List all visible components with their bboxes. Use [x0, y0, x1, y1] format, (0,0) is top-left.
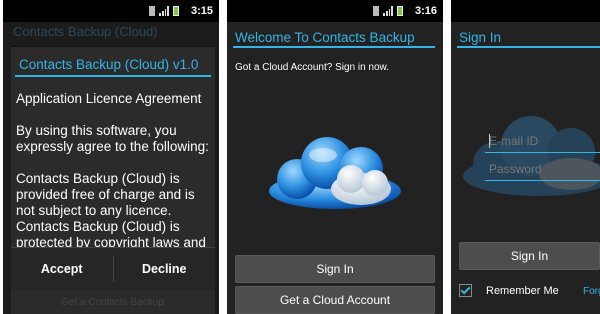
signal-icon: [159, 6, 169, 16]
get-cloud-account-button[interactable]: Get a Cloud Account: [235, 286, 435, 314]
background-app-title: Contacts Backup (Cloud): [13, 24, 158, 39]
password-placeholder: Password: [489, 162, 542, 176]
remember-me-checkbox[interactable]: [459, 284, 472, 297]
battery-icon: [173, 6, 179, 16]
cloud-logo-icon: [269, 137, 401, 209]
sim-icon: [149, 6, 155, 16]
status-bar: 3:16: [227, 0, 443, 22]
status-icons: [149, 6, 179, 16]
sign-in-button[interactable]: Sign In: [235, 255, 435, 283]
cloud-background-icon: [463, 116, 600, 196]
signal-icon: [383, 6, 393, 16]
decline-button[interactable]: Decline: [114, 248, 216, 290]
welcome-subtitle: Got a Cloud Account? Sign in now.: [235, 62, 389, 73]
screen-license-dialog: 3:15 Contacts Backup (Cloud) Contacts Ba…: [3, 0, 219, 314]
license-heading: Application Licence Agreement: [16, 91, 202, 106]
title-divider: [457, 46, 600, 48]
screen-welcome: 3:16 Welcome To Contacts Backup Got a Cl…: [227, 0, 443, 314]
dialog-button-bar: Accept Decline: [11, 247, 215, 290]
title-divider: [233, 46, 435, 48]
sim-icon: [373, 6, 379, 16]
status-time: 3:15: [190, 5, 213, 17]
status-icons: [373, 6, 403, 16]
screen-sign-in: Sign In E-mail ID Password Sign In Remem…: [451, 0, 600, 314]
forgot-link[interactable]: Forgot: [583, 286, 600, 297]
status-time: 3:16: [414, 5, 437, 17]
page-title: Welcome To Contacts Backup: [235, 30, 415, 45]
license-paragraph: Contacts Backup (Cloud) is provided free…: [16, 171, 206, 250]
remember-me-label: Remember Me: [486, 284, 559, 297]
password-field[interactable]: Password: [485, 160, 600, 181]
remember-me-row[interactable]: Remember Me: [459, 284, 559, 297]
email-field[interactable]: E-mail ID: [485, 132, 600, 153]
background-button-text: Get a Contacts Backup: [61, 297, 164, 308]
battery-icon: [397, 6, 403, 16]
dialog-title-divider: [15, 75, 211, 77]
page-title: Sign In: [459, 30, 502, 45]
dialog-body[interactable]: Application Licence Agreement By using t…: [16, 91, 211, 267]
dialog-title: Contacts Backup (Cloud) v1.0: [19, 57, 199, 72]
status-bar: 3:15: [3, 0, 219, 22]
email-placeholder: E-mail ID: [489, 134, 539, 148]
license-dialog: Contacts Backup (Cloud) v1.0 Application…: [11, 46, 215, 314]
sign-in-button[interactable]: Sign In: [459, 242, 600, 270]
accept-button[interactable]: Accept: [11, 248, 113, 290]
status-bar: [451, 0, 600, 22]
license-paragraph: By using this software, you expressly ag…: [16, 123, 209, 154]
